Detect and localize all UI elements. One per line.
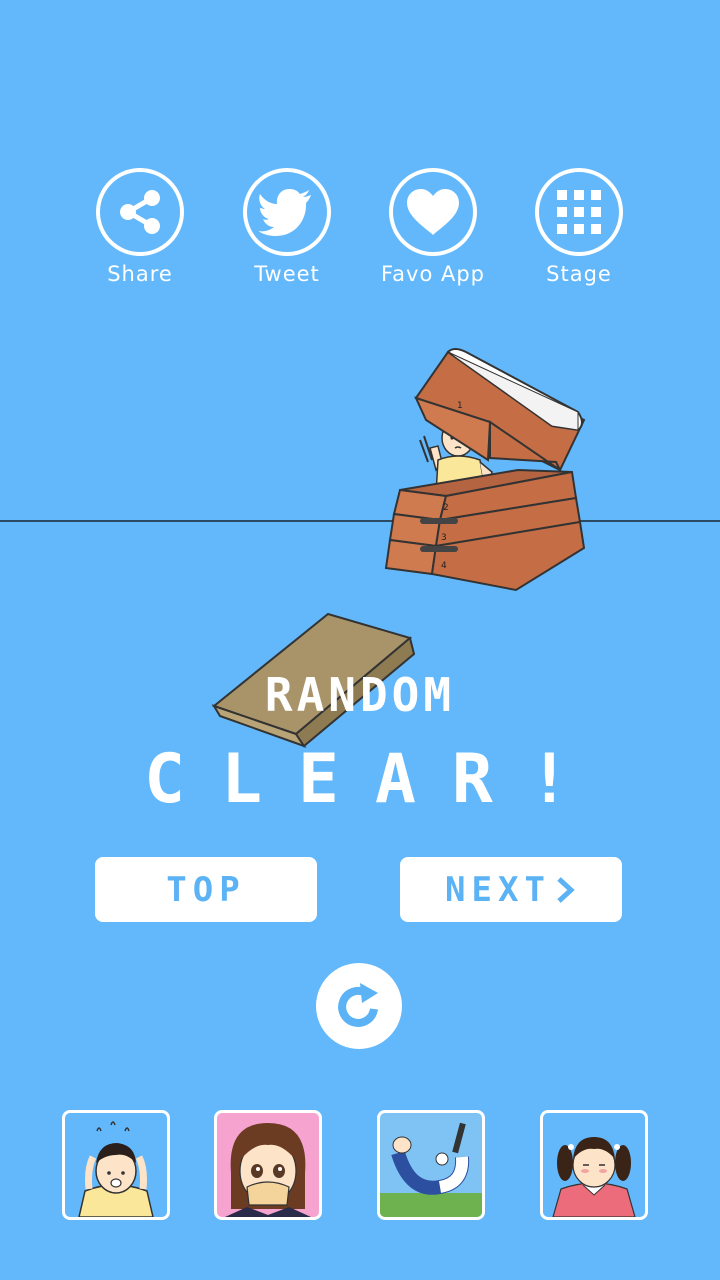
box-number-4: 4 [441,561,447,571]
vaulting-box-lid: 1 [414,348,586,474]
other-game-thumbnail-2[interactable] [214,1110,322,1220]
top-button-label: TOP [166,869,246,910]
next-button-label: NEXT [445,869,551,910]
girl-toast-thumbnail [225,1123,311,1217]
other-game-thumbnail-4[interactable] [540,1110,648,1220]
top-button[interactable]: TOP [95,857,317,922]
retry-icon [338,983,378,1027]
game-scene: 2 3 4 1 [211,348,586,748]
mode-label: RANDOM [264,668,456,722]
box-number-3: 3 [441,533,447,543]
clear-label: CLEAR! [144,740,606,819]
other-game-thumbnail-3[interactable] [377,1110,485,1220]
box-number-2: 2 [443,503,449,513]
chevron-right-icon [557,876,575,903]
next-button[interactable]: NEXT [400,857,622,922]
boy-panic-thumbnail [78,1121,154,1217]
box-number-1: 1 [457,401,463,411]
retry-button[interactable] [316,963,402,1049]
other-game-thumbnail-1[interactable] [62,1110,170,1220]
girl-pigtails-thumbnail [552,1137,636,1217]
backbend-thumbnail [380,1122,482,1217]
vaulting-box-base: 2 3 4 [384,468,586,592]
